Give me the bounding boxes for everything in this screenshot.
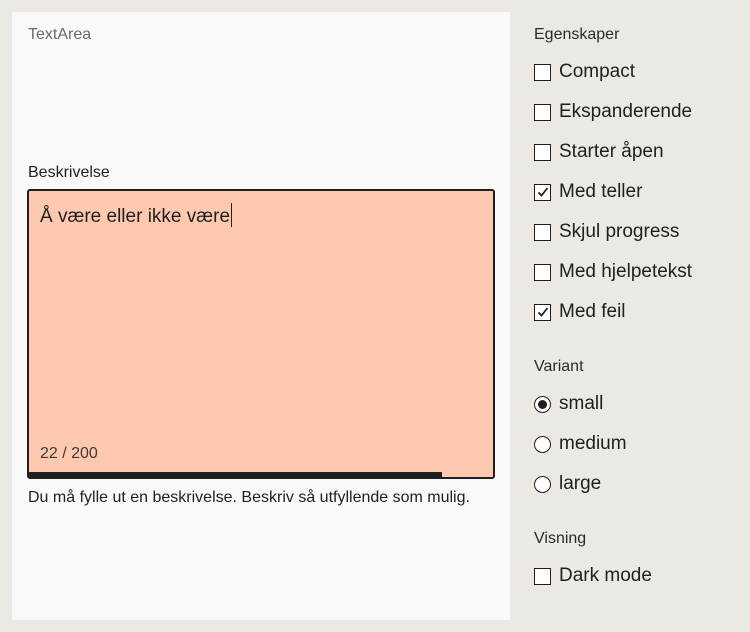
preview-title: TextArea	[28, 26, 92, 43]
compact-checkbox[interactable]	[534, 63, 551, 81]
option-label: Compact	[559, 61, 636, 82]
character-progress-bar	[29, 472, 493, 477]
med-hjelpetekst-checkbox[interactable]	[534, 263, 551, 281]
option-label: Dark mode	[559, 565, 652, 586]
textarea-value: Å være eller ikke være	[40, 206, 231, 227]
med-feil-checkbox[interactable]	[534, 303, 551, 321]
ekspanderende-checkbox[interactable]	[534, 103, 551, 121]
option-med-teller[interactable]: Med teller	[534, 180, 642, 204]
dark-mode-checkbox[interactable]	[534, 567, 551, 585]
med-teller-checkbox[interactable]	[534, 183, 551, 201]
option-label: Med feil	[559, 301, 626, 322]
variant-heading: Variant	[534, 358, 584, 375]
text-caret	[231, 203, 233, 227]
view-heading: Visning	[534, 530, 587, 547]
variant-large[interactable]: large	[534, 472, 601, 496]
option-compact[interactable]: Compact	[534, 60, 635, 84]
properties-heading: Egenskaper	[534, 26, 620, 43]
character-counter: 22 / 200	[40, 445, 98, 462]
option-label: Med teller	[559, 181, 643, 202]
textarea-value-line: Å være eller ikke være	[40, 203, 233, 228]
option-label: Med hjelpetekst	[559, 261, 693, 282]
radio-dot	[538, 399, 547, 409]
variant-small[interactable]: small	[534, 392, 603, 416]
checkmark-icon	[537, 187, 548, 197]
character-progress-fill	[29, 472, 442, 477]
skjul-progress-checkbox[interactable]	[534, 223, 551, 241]
option-ekspanderende[interactable]: Ekspanderende	[534, 100, 692, 124]
option-label: Skjul progress	[559, 221, 680, 242]
option-skjul-progress[interactable]: Skjul progress	[534, 220, 679, 244]
preview-area: TextArea Beskrivelse Å være eller ikke v…	[12, 12, 510, 620]
option-label: Starter åpen	[559, 141, 664, 162]
description-textarea[interactable]: Å være eller ikke være 22 / 200	[27, 189, 495, 479]
small-radio[interactable]	[534, 395, 551, 413]
checkmark-icon	[537, 307, 548, 317]
large-radio[interactable]	[534, 475, 551, 493]
option-label: small	[559, 393, 604, 414]
option-label: large	[559, 473, 602, 494]
option-label: medium	[559, 433, 627, 454]
option-med-hjelpetekst[interactable]: Med hjelpetekst	[534, 260, 692, 284]
medium-radio[interactable]	[534, 435, 551, 453]
option-med-feil[interactable]: Med feil	[534, 300, 626, 324]
starter-apen-checkbox[interactable]	[534, 143, 551, 161]
option-starter-apen[interactable]: Starter åpen	[534, 140, 664, 164]
error-message: Du må fylle ut en beskrivelse. Beskriv s…	[28, 489, 470, 506]
variant-medium[interactable]: medium	[534, 432, 627, 456]
field-label: Beskrivelse	[28, 164, 110, 181]
option-dark-mode[interactable]: Dark mode	[534, 564, 652, 588]
option-label: Ekspanderende	[559, 101, 693, 122]
